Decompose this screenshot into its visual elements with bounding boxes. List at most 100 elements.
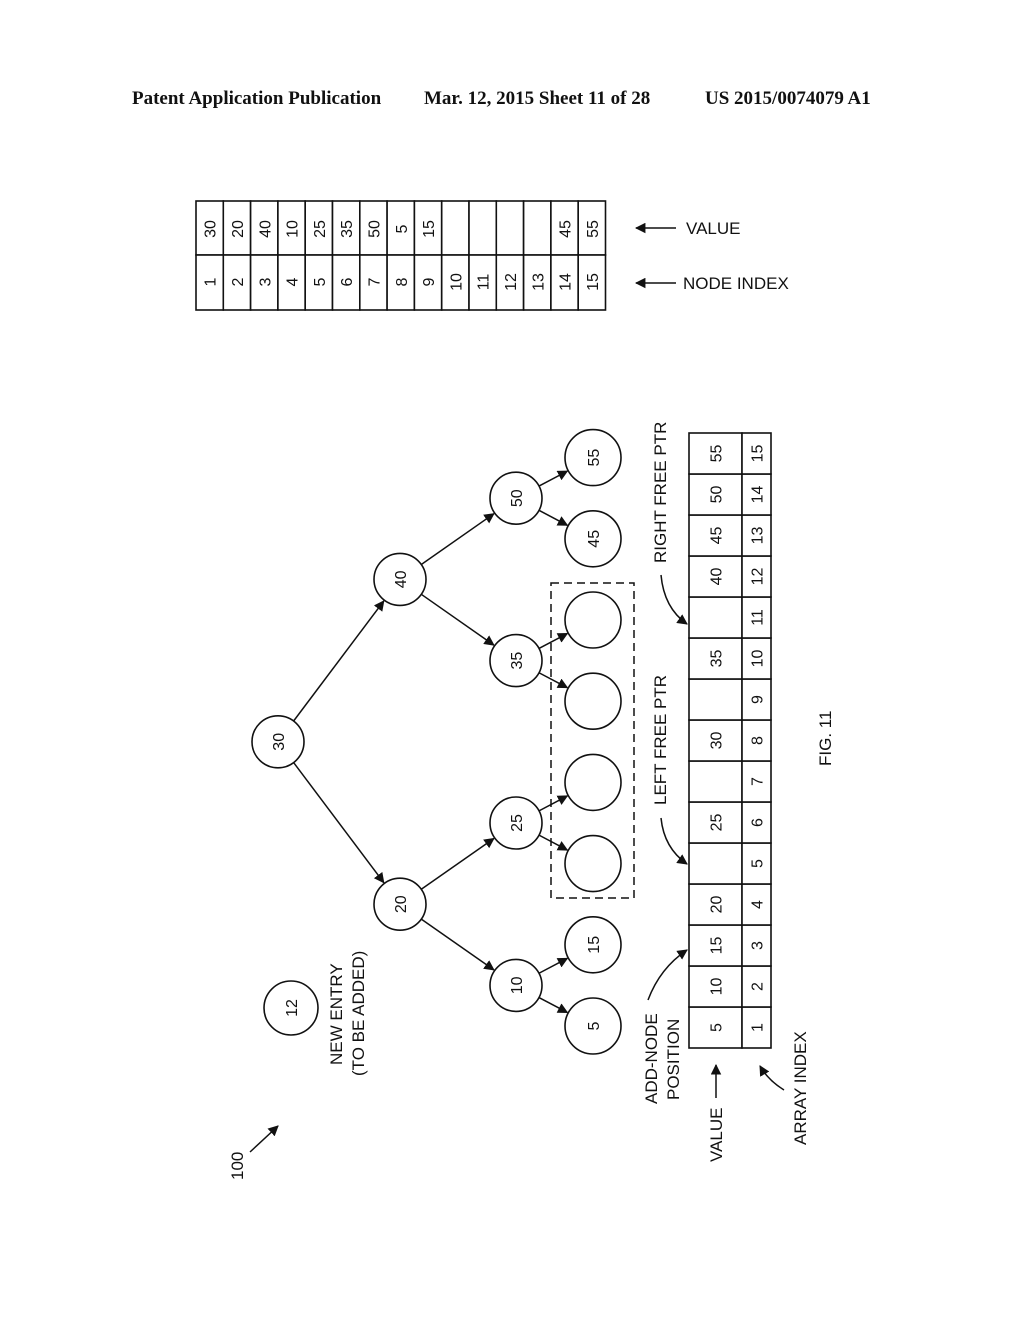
node-table-value-cell	[440, 200, 470, 256]
array-index-text: 14	[750, 486, 767, 504]
node-table-index-text: 11	[476, 274, 493, 291]
array-index-text: 3	[750, 941, 767, 950]
array-index-label: ARRAY INDEX	[791, 1031, 810, 1145]
reference-arrow-icon	[249, 1125, 279, 1153]
node-table-value-text: 25	[312, 220, 329, 238]
node-table-value-text: 55	[585, 220, 602, 238]
tree-edge-n20-n25	[420, 837, 495, 890]
node-table-value-cell	[468, 200, 498, 256]
array-value-text: 55	[709, 445, 726, 463]
node-table-value-text: 10	[285, 220, 302, 238]
array-index-arrow-icon	[759, 1065, 785, 1091]
node-table-value-text: 40	[257, 220, 274, 238]
figure-11-diagram: 30120240310425535650758159 10 11 12 13451455…	[195, 200, 835, 1180]
tree-node-empty	[564, 591, 622, 649]
tree-node-value: 40	[393, 570, 410, 588]
node-table-value-text: 5	[394, 224, 411, 233]
node-table-index-text: 3	[257, 277, 274, 286]
new-entry: 12 NEW ENTRY (TO BE ADDED)	[263, 951, 368, 1076]
array-index-text: 7	[750, 777, 767, 786]
tree-edges	[293, 470, 569, 1014]
array-value-text: 30	[709, 732, 726, 750]
reference-numeral: 100	[228, 1125, 279, 1180]
array-index-text: 4	[750, 900, 767, 909]
tree-edge-n30-n40	[293, 600, 385, 722]
node-table-index-text: 6	[339, 277, 356, 286]
new-entry-label-line2: (TO BE ADDED)	[349, 951, 368, 1076]
left-free-ptr-callout: LEFT FREE PTR	[651, 675, 688, 865]
node-table-value-text: 15	[421, 220, 438, 238]
array-index-text: 11	[750, 609, 767, 626]
right-free-ptr-arrow-icon	[660, 574, 688, 625]
tree-edge-n35-e4	[538, 632, 569, 650]
right-free-ptr-callout: RIGHT FREE PTR	[651, 422, 688, 625]
add-node-position-callout: ADD-NODE POSITION	[642, 949, 688, 1104]
node-table-value-text: 45	[558, 220, 575, 238]
tree-node-value: 35	[509, 652, 526, 670]
array-index-text: 1	[750, 1023, 767, 1032]
tree-node-empty	[564, 834, 622, 893]
node-table-index-text: 5	[312, 277, 329, 286]
tree-edge-n40-n50	[420, 513, 495, 566]
node-table-index-text: 4	[285, 277, 302, 286]
node-table-index-text: 12	[503, 273, 520, 291]
node-table-index-text: 7	[366, 277, 383, 286]
node-table-value-text: 50	[366, 220, 383, 238]
array-value-callout: VALUE	[707, 1063, 726, 1163]
array-value-text: 10	[709, 978, 726, 996]
node-table-index-text: 10	[448, 273, 465, 291]
tree-edge-n10-n15	[538, 957, 569, 974]
array-value-text: 15	[709, 937, 726, 955]
array-value-text: 20	[709, 896, 726, 914]
node-table-index-label: NODE INDEX	[683, 274, 789, 293]
add-node-label-line1: ADD-NODE	[642, 1013, 661, 1104]
node-table-index-text: 9	[421, 277, 438, 286]
tree-edge-n10-n5	[538, 996, 569, 1014]
tree-node-value: 10	[509, 976, 526, 994]
tree-edge-n50-n45	[538, 509, 569, 526]
array-value-cell	[688, 760, 743, 803]
tree-edge-n35-e3	[538, 672, 569, 689]
tree-node-value: 25	[509, 814, 526, 832]
node-table-value-text: 20	[230, 220, 247, 238]
node-table-value-cell	[522, 200, 552, 256]
array-value-text: 35	[709, 650, 726, 668]
add-node-label-line2: POSITION	[664, 1019, 683, 1100]
array-value-cell	[688, 678, 743, 721]
array-value-text: 40	[709, 568, 726, 586]
array-index-text: 5	[750, 859, 767, 868]
array-value-label: VALUE	[707, 1108, 726, 1163]
node-table-index-text: 1	[203, 277, 220, 286]
node-table-index-text: 8	[394, 277, 411, 286]
left-free-ptr-label: LEFT FREE PTR	[651, 675, 670, 805]
node-table-index-text: 13	[530, 273, 547, 291]
new-entry-label-line1: NEW ENTRY	[327, 963, 346, 1065]
tree-edge-n50-n55	[538, 470, 569, 487]
array-value-cell	[688, 596, 743, 639]
array-index-text: 2	[750, 982, 767, 991]
tree-node-value: 45	[586, 530, 603, 548]
node-table-index-text: 2	[230, 277, 247, 286]
array-value-text: 25	[709, 814, 726, 832]
tree-node-empty	[564, 753, 622, 812]
node-table-value-label: VALUE	[686, 219, 741, 238]
new-entry-value: 12	[284, 999, 301, 1017]
array-value-text: 45	[709, 527, 726, 545]
node-table-index-text: 14	[558, 273, 575, 291]
tree-nodes: 30 20 40 10 25 35 50 5 15 45 55	[251, 428, 622, 1055]
node-table-value-text: 30	[203, 220, 220, 238]
array-index-text: 9	[750, 695, 767, 704]
array-value-cell	[688, 842, 743, 885]
add-node-arrow-icon	[647, 949, 688, 1001]
tree-edge-n25-e1	[538, 834, 569, 851]
tree-edge-n40-n35	[420, 593, 495, 646]
tree-node-value: 20	[393, 895, 410, 913]
array-index-text: 10	[750, 650, 767, 668]
array-index-text: 8	[750, 736, 767, 745]
node-index-table: 30 1 20 2 40 3 10 4 25 5 35 6 50 7 5 8 15 9 10 11 12 13 45 14 55…	[195, 200, 607, 311]
reference-numeral-text: 100	[228, 1152, 247, 1180]
node-table-value-cell	[495, 200, 525, 256]
right-free-ptr-label: RIGHT FREE PTR	[651, 422, 670, 563]
node-table-index-text: 15	[585, 273, 602, 291]
figure-label: FIG. 11	[816, 711, 835, 766]
